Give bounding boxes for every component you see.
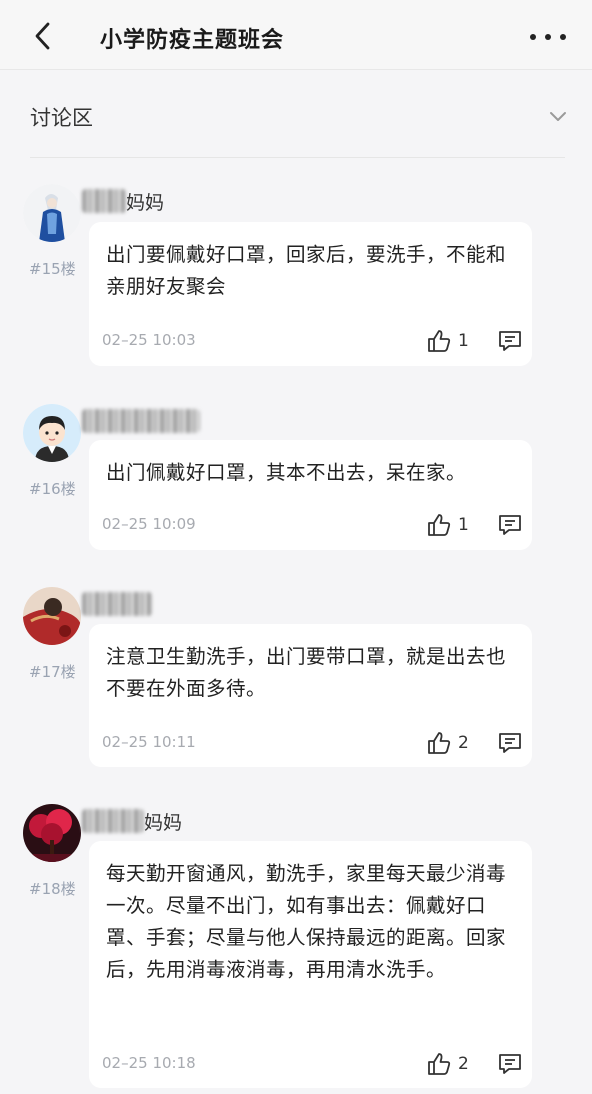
page-title: 小学防疫主题班会 bbox=[100, 28, 285, 53]
comment-icon bbox=[499, 733, 521, 753]
floor-number: #18楼 bbox=[29, 880, 76, 898]
comment-time: 02–25 10:18 bbox=[102, 1054, 196, 1072]
thumbs-up-icon bbox=[428, 1053, 451, 1075]
thumbs-up-icon bbox=[428, 330, 451, 352]
comment-card: 出门佩戴好口罩，其本不出去，呆在家。 02–25 10:09 1 bbox=[89, 440, 532, 550]
comment-icon bbox=[499, 331, 521, 351]
author-name: 妈妈 bbox=[82, 186, 164, 216]
like-button[interactable]: 1 bbox=[426, 326, 469, 356]
comment-time: 02–25 10:11 bbox=[102, 733, 196, 751]
comment-text: 注意卫生勤洗手，出门要带口罩，就是出去也不要在外面多待。 bbox=[106, 645, 507, 700]
comment-icon bbox=[499, 1054, 521, 1074]
top-bar: 小学防疫主题班会 bbox=[0, 0, 592, 70]
comment-text: 每天勤开窗通风，勤洗手，家里每天最少消毒一次。尽量不出门，如有事出去：佩戴好口罩… bbox=[106, 862, 507, 981]
like-count: 1 bbox=[458, 515, 469, 535]
avatar[interactable] bbox=[23, 587, 81, 645]
comment-card: 出门要佩戴好口罩，回家后，要洗手，不能和亲朋好友聚会 02–25 10:03 1 bbox=[89, 222, 532, 366]
more-dots-icon bbox=[530, 34, 536, 40]
author-name bbox=[82, 589, 152, 619]
comment-card: 注意卫生勤洗手，出门要带口罩，就是出去也不要在外面多待。 02–25 10:11… bbox=[89, 624, 532, 767]
comment-text: 出门佩戴好口罩，其本不出去，呆在家。 bbox=[106, 461, 467, 484]
comment-card: 每天勤开窗通风，勤洗手，家里每天最少消毒一次。尽量不出门，如有事出去：佩戴好口罩… bbox=[89, 841, 532, 1088]
blurred-name bbox=[82, 189, 126, 213]
divider bbox=[30, 157, 565, 158]
reply-button[interactable] bbox=[497, 512, 523, 538]
thumbs-up-icon bbox=[428, 732, 451, 754]
author-name: 妈妈 bbox=[82, 806, 182, 836]
avatar[interactable] bbox=[23, 404, 81, 462]
discussion-header: 讨论区 bbox=[30, 96, 570, 136]
comment-time: 02–25 10:09 bbox=[102, 515, 196, 533]
blurred-name bbox=[82, 592, 152, 616]
collapse-button[interactable] bbox=[546, 104, 570, 128]
thumbs-up-icon bbox=[428, 514, 451, 536]
floor-number: #16楼 bbox=[29, 480, 76, 498]
like-count: 2 bbox=[458, 733, 469, 753]
comment-icon bbox=[499, 515, 521, 535]
like-button[interactable]: 2 bbox=[426, 728, 469, 758]
reply-button[interactable] bbox=[497, 1051, 523, 1077]
avatar[interactable] bbox=[23, 804, 81, 862]
author-name bbox=[82, 406, 200, 436]
comment-text: 出门要佩戴好口罩，回家后，要洗手，不能和亲朋好友聚会 bbox=[106, 243, 507, 298]
blurred-name bbox=[82, 809, 144, 833]
reply-button[interactable] bbox=[497, 328, 523, 354]
back-button[interactable] bbox=[28, 20, 58, 52]
section-title: 讨论区 bbox=[30, 106, 93, 130]
floor-number: #15楼 bbox=[29, 260, 76, 278]
reply-button[interactable] bbox=[497, 730, 523, 756]
blurred-name bbox=[82, 409, 200, 433]
like-button[interactable]: 2 bbox=[426, 1049, 469, 1079]
avatar[interactable] bbox=[23, 184, 81, 242]
like-count: 2 bbox=[458, 1054, 469, 1074]
floor-number: #17楼 bbox=[29, 663, 76, 681]
more-options-button[interactable] bbox=[530, 22, 566, 52]
chevron-left-icon bbox=[35, 22, 50, 50]
like-count: 1 bbox=[458, 331, 469, 351]
like-button[interactable]: 1 bbox=[426, 510, 469, 540]
chevron-down-icon bbox=[550, 112, 566, 121]
comment-time: 02–25 10:03 bbox=[102, 331, 196, 349]
